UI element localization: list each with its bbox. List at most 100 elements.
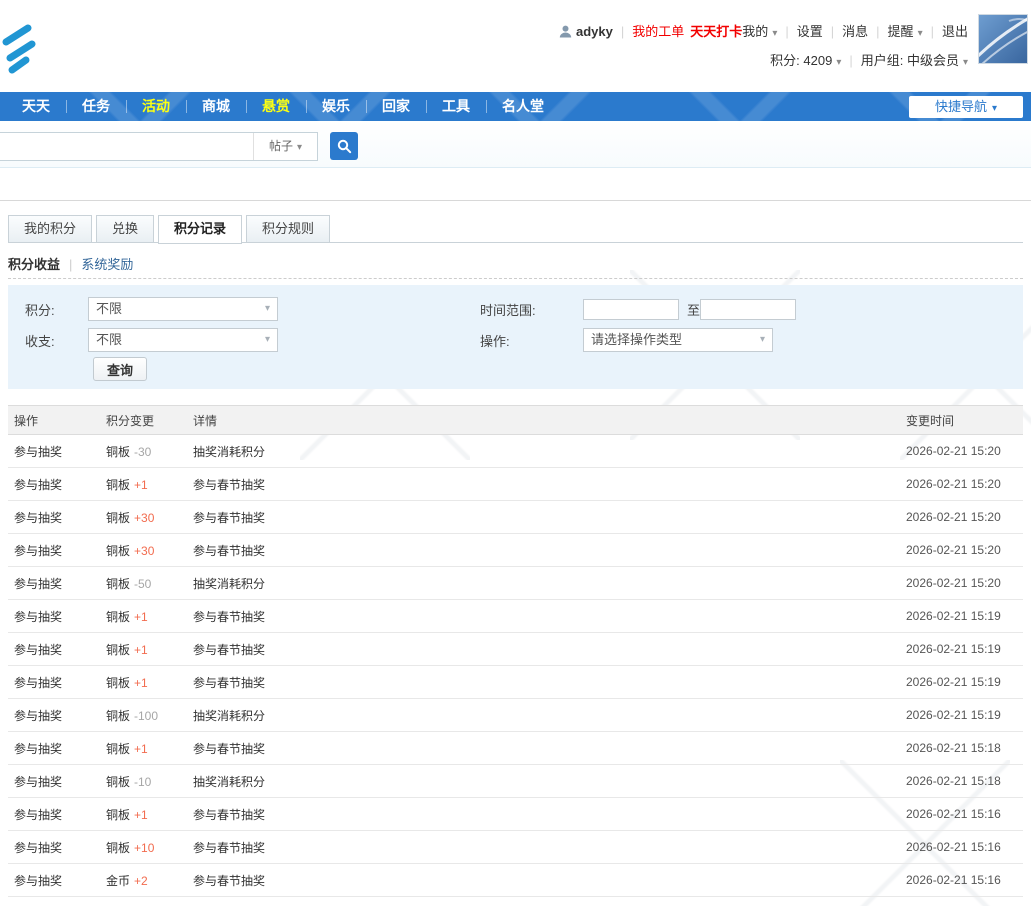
cell-operation: 参与抽奖 — [14, 641, 106, 658]
credit-delta: +1 — [134, 610, 148, 624]
cell-detail: 参与春节抽奖 — [193, 806, 906, 823]
filter-panel: 积分: 不限 ▾ 收支: 不限 ▾ 查询 时间范围: 至 操作: 请选择操作类型… — [8, 285, 1023, 389]
credit-delta: +1 — [134, 676, 148, 690]
time-to-input[interactable] — [700, 299, 796, 320]
table-row: 参与抽奖铜板+10参与春节抽奖2026-02-21 15:16 — [8, 831, 1023, 864]
time-range-label: 时间范围: — [480, 299, 536, 323]
cell-operation: 参与抽奖 — [14, 542, 106, 559]
cell-credit-change: 铜板 +1 — [106, 674, 193, 691]
table-row: 参与抽奖铜板-50抽奖消耗积分2026-02-21 15:20 — [8, 567, 1023, 600]
tab-0[interactable]: 我的积分 — [8, 215, 92, 243]
table-row: 参与抽奖铜板+1参与春节抽奖2026-02-21 15:19 — [8, 633, 1023, 666]
cell-operation: 参与抽奖 — [14, 740, 106, 757]
username[interactable]: adyky — [576, 24, 613, 39]
credit-filter-label: 积分: — [25, 299, 55, 323]
site-logo — [0, 20, 36, 83]
header-menu-item-2[interactable]: 消息 — [823, 22, 868, 42]
my-ticket-link[interactable]: 我的工单 — [632, 24, 684, 39]
main-nav: 天天任务活动商城悬赏娱乐回家工具名人堂 — [6, 92, 560, 121]
search-input[interactable] — [0, 133, 253, 160]
credit-delta: +30 — [134, 544, 154, 558]
credit-name: 铜板 — [106, 841, 130, 855]
search-button[interactable] — [330, 132, 358, 160]
cell-detail: 参与春节抽奖 — [193, 674, 906, 691]
cell-credit-change: 铜板+1 — [106, 740, 193, 757]
dashed-divider — [8, 278, 1023, 279]
table-row: 参与抽奖铜板+1参与春节抽奖2026-02-21 15:18 — [8, 732, 1023, 765]
credit-filter-select[interactable]: 不限 ▾ — [88, 297, 278, 321]
usergroup-dropdown[interactable]: 用户组: 中级会员 — [841, 51, 968, 73]
nav-item-8[interactable]: 名人堂 — [486, 92, 560, 121]
tab-2[interactable]: 积分记录 — [158, 215, 242, 244]
income-filter-value: 不限 — [96, 332, 122, 347]
nav-item-2[interactable]: 活动 — [126, 92, 186, 121]
quick-nav-button[interactable]: 快捷导航 — [909, 96, 1023, 118]
table-row: 参与抽奖铜板+1参与春节抽奖2026-02-21 15:20 — [8, 468, 1023, 501]
credit-name: 铜板 — [106, 544, 130, 558]
nav-item-6[interactable]: 回家 — [366, 92, 426, 121]
nav-item-0[interactable]: 天天 — [6, 92, 66, 121]
credit-name: 铜板 — [106, 676, 130, 690]
credit-name: 铜板 — [106, 643, 130, 657]
cell-operation: 参与抽奖 — [14, 443, 106, 460]
main-navbar: 天天任务活动商城悬赏娱乐回家工具名人堂 快捷导航 — [0, 92, 1031, 121]
header-menu-item-3[interactable]: 提醒 — [868, 22, 922, 44]
user-menu-line: adyky 我的工单天天打卡我的设置消息提醒退出 — [559, 22, 968, 42]
cell-operation: 参与抽奖 — [14, 575, 106, 592]
col-operation: 操作 — [14, 412, 106, 429]
nav-item-1[interactable]: 任务 — [66, 92, 126, 121]
cell-credit-change: 铜板+1 — [106, 476, 193, 493]
cell-change-time: 2026-02-21 15:20 — [906, 543, 1023, 557]
nav-item-4[interactable]: 悬赏 — [246, 92, 306, 121]
notice-links: 我的工单天天打卡 — [613, 22, 742, 42]
tab-1[interactable]: 兑换 — [96, 215, 154, 243]
credit-delta: +1 — [134, 643, 148, 657]
credit-name: 金币 — [106, 874, 130, 888]
search-box: 帖子 — [0, 132, 318, 161]
username-wrap[interactable]: adyky — [559, 22, 613, 44]
table-row: 参与抽奖铜板-30抽奖消耗积分2026-02-21 15:20 — [8, 435, 1023, 468]
cell-credit-change: 铜板-10 — [106, 773, 193, 790]
credit-delta: -50 — [134, 577, 151, 591]
cell-operation: 参与抽奖 — [14, 476, 106, 493]
nav-item-7[interactable]: 工具 — [426, 92, 486, 121]
cell-credit-change: 铜板-100 — [106, 707, 193, 724]
credits-dropdown[interactable]: 积分: 4209 — [770, 51, 841, 73]
header-menu-item-4[interactable]: 退出 — [923, 22, 968, 42]
tab-3[interactable]: 积分规则 — [246, 215, 330, 243]
table-row: 参与抽奖铜板-100抽奖消耗积分2026-02-21 15:19 — [8, 699, 1023, 732]
daily-checkin-link[interactable]: 天天打卡 — [690, 24, 742, 39]
time-from-input[interactable] — [583, 299, 679, 320]
credit-delta: -100 — [134, 709, 158, 723]
user-info-block: adyky 我的工单天天打卡我的设置消息提醒退出 积分: 4209用户组: 中级… — [559, 22, 968, 80]
user-icon — [559, 24, 572, 44]
operation-filter-select[interactable]: 请选择操作类型 ▾ — [583, 328, 773, 352]
nav-item-5[interactable]: 娱乐 — [306, 92, 366, 121]
cell-change-time: 2026-02-21 15:20 — [906, 444, 1023, 458]
table-row: 参与抽奖铜板+30参与春节抽奖2026-02-21 15:20 — [8, 501, 1023, 534]
nav-item-3[interactable]: 商城 — [186, 92, 246, 121]
search-type-dropdown[interactable]: 帖子 — [253, 133, 317, 160]
table-row: 参与抽奖金币+2参与春节抽奖2026-02-21 15:16 — [8, 864, 1023, 897]
cell-operation: 参与抽奖 — [14, 608, 106, 625]
credit-name: 铜板 — [106, 577, 130, 591]
cell-change-time: 2026-02-21 15:20 — [906, 477, 1023, 491]
cell-change-time: 2026-02-21 15:16 — [906, 840, 1023, 854]
cell-credit-change: 铜板 +1 — [106, 641, 193, 658]
cell-change-time: 2026-02-21 15:19 — [906, 609, 1023, 623]
avatar[interactable] — [978, 14, 1028, 64]
credit-delta: +1 — [134, 478, 148, 492]
sub-nav: 积分收益|系统奖励 — [8, 255, 1023, 275]
cell-credit-change: 铜板-30 — [106, 443, 193, 460]
income-filter-select[interactable]: 不限 ▾ — [88, 328, 278, 352]
search-strip: 帖子 — [0, 121, 1031, 168]
query-button[interactable]: 查询 — [93, 357, 147, 381]
subnav-link-system-reward[interactable]: 系统奖励 — [81, 257, 133, 272]
points-table-header: 操作 积分变更 详情 变更时间 — [8, 405, 1023, 435]
header-menu-item-0[interactable]: 我的 — [742, 22, 777, 44]
cell-operation: 参与抽奖 — [14, 773, 106, 790]
cell-change-time: 2026-02-21 15:16 — [906, 807, 1023, 821]
cell-credit-change: 铜板 +30 — [106, 542, 193, 559]
cell-operation: 参与抽奖 — [14, 674, 106, 691]
header-menu-item-1[interactable]: 设置 — [777, 22, 822, 42]
